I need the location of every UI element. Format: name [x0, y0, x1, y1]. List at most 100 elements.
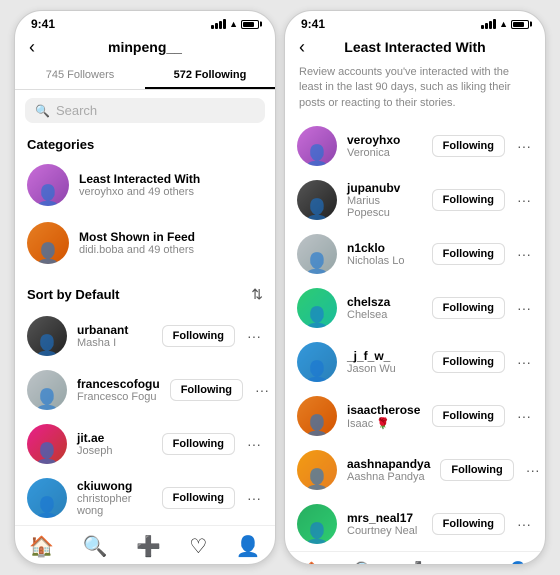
user-item-1: francescofogu Francesco Fogu Following ·… [15, 363, 275, 417]
follow-btn-1[interactable]: Following [170, 379, 243, 401]
more-btn-0[interactable]: ··· [245, 328, 263, 344]
right-user-avatar-0 [297, 126, 337, 166]
category-avatar-2 [27, 222, 69, 264]
right-nav-home[interactable]: 🏠 [299, 560, 324, 565]
signal-icon-right [481, 19, 496, 29]
back-button-right[interactable]: ‹ [299, 37, 305, 58]
nav-heart[interactable]: ♡ [189, 534, 207, 559]
right-nav-search[interactable]: 🔍 [353, 560, 378, 565]
right-username-5: isaactherose [347, 403, 422, 417]
right-follow-btn-1[interactable]: Following [432, 189, 505, 211]
nav-profile[interactable]: 👤 [236, 534, 261, 559]
username-2: jit.ae [77, 431, 152, 445]
category-least-interacted[interactable]: Least Interacted With veroyhxo and 49 ot… [15, 156, 275, 214]
user-list-left: urbanant Masha I Following ··· francesco… [15, 309, 275, 525]
status-bar-right: 9:41 ▲ [285, 11, 545, 35]
right-realname-7: Courtney Neal [347, 525, 422, 537]
right-username-2: n1cklo [347, 241, 422, 255]
realname-2: Joseph [77, 445, 152, 457]
username-display: minpeng__ [108, 39, 182, 55]
more-btn-2[interactable]: ··· [245, 436, 263, 452]
right-more-4[interactable]: ··· [515, 354, 533, 370]
right-follow-btn-7[interactable]: Following [432, 513, 505, 535]
category-info-2: Most Shown in Feed didi.boba and 49 othe… [79, 230, 195, 256]
right-nav-profile[interactable]: 👤 [506, 560, 531, 565]
right-follow-btn-2[interactable]: Following [432, 243, 505, 265]
sort-bar: Sort by Default ⇅ [15, 280, 275, 309]
right-more-1[interactable]: ··· [515, 192, 533, 208]
search-box[interactable]: 🔍 Search [25, 98, 265, 123]
user-list-right: veroyhxo Veronica Following ··· jupanubv… [285, 119, 545, 551]
right-follow-btn-5[interactable]: Following [432, 405, 505, 427]
search-input[interactable]: Search [56, 103, 97, 118]
tab-followers[interactable]: 745 Followers [15, 63, 145, 89]
battery-icon [241, 20, 259, 29]
wifi-icon: ▲ [229, 19, 238, 29]
right-user-item-2: n1cklo Nicholas Lo Following ··· [285, 227, 545, 281]
status-icons-left: ▲ [211, 19, 259, 29]
category-info-1: Least Interacted With veroyhxo and 49 ot… [79, 172, 200, 198]
right-username-4: _j_f_w_ [347, 349, 422, 363]
sort-icon[interactable]: ⇅ [251, 286, 263, 303]
right-user-avatar-1 [297, 180, 337, 220]
nav-search[interactable]: 🔍 [83, 534, 108, 559]
bottom-nav-left: 🏠 🔍 ➕ ♡ 👤 [15, 525, 275, 565]
category-most-shown[interactable]: Most Shown in Feed didi.boba and 49 othe… [15, 214, 275, 272]
tab-following[interactable]: 572 Following [145, 63, 275, 89]
category-title-1: Least Interacted With [79, 172, 200, 186]
right-phone: 9:41 ▲ ‹ Least Interacted With Review ac… [284, 10, 546, 565]
more-btn-3[interactable]: ··· [245, 490, 263, 506]
status-icons-right: ▲ [481, 19, 529, 29]
nav-add[interactable]: ➕ [136, 534, 161, 559]
right-user-info-7: mrs_neal17 Courtney Neal [347, 511, 422, 537]
right-nav-heart[interactable]: ♡ [459, 560, 477, 565]
follow-btn-2[interactable]: Following [162, 433, 235, 455]
phones-container: 9:41 ▲ ‹ minpeng__ 745 Followers [6, 2, 554, 573]
right-more-3[interactable]: ··· [515, 300, 533, 316]
nav-home[interactable]: 🏠 [29, 534, 54, 559]
follow-btn-3[interactable]: Following [162, 487, 235, 509]
follow-btn-0[interactable]: Following [162, 325, 235, 347]
right-username-1: jupanubv [347, 181, 422, 195]
right-nav-add[interactable]: ➕ [406, 560, 431, 565]
user-info-1: francescofogu Francesco Fogu [77, 377, 160, 403]
back-button[interactable]: ‹ [29, 37, 35, 58]
right-user-avatar-5 [297, 396, 337, 436]
user-item-2: jit.ae Joseph Following ··· [15, 417, 275, 471]
right-user-avatar-2 [297, 234, 337, 274]
right-follow-btn-6[interactable]: Following [440, 459, 513, 481]
right-user-item-1: jupanubv Marius Popescu Following ··· [285, 173, 545, 227]
time-right: 9:41 [301, 17, 325, 31]
right-username-0: veroyhxo [347, 133, 422, 147]
username-0: urbanant [77, 323, 152, 337]
right-follow-btn-0[interactable]: Following [432, 135, 505, 157]
more-btn-1[interactable]: ··· [253, 382, 271, 398]
category-avatar-1 [27, 164, 69, 206]
realname-3: christopher wong [77, 493, 152, 517]
category-subtitle-1: veroyhxo and 49 others [79, 186, 200, 198]
right-more-5[interactable]: ··· [515, 408, 533, 424]
profile-header: ‹ minpeng__ [15, 35, 275, 57]
right-user-item-7: mrs_neal17 Courtney Neal Following ··· [285, 497, 545, 551]
right-user-info-6: aashnapandya Aashna Pandya [347, 457, 430, 483]
right-user-avatar-6 [297, 450, 337, 490]
time-left: 9:41 [31, 17, 55, 31]
right-follow-btn-4[interactable]: Following [432, 351, 505, 373]
signal-icon [211, 19, 226, 29]
username-1: francescofogu [77, 377, 160, 391]
user-info-0: urbanant Masha I [77, 323, 152, 349]
user-item-3: ckiuwong christopher wong Following ··· [15, 471, 275, 525]
user-info-3: ckiuwong christopher wong [77, 479, 152, 517]
right-user-info-4: _j_f_w_ Jason Wu [347, 349, 422, 375]
bottom-nav-right: 🏠 🔍 ➕ ♡ 👤 [285, 551, 545, 565]
right-more-0[interactable]: ··· [515, 138, 533, 154]
follow-tabs: 745 Followers 572 Following [15, 63, 275, 90]
right-more-2[interactable]: ··· [515, 246, 533, 262]
categories-title: Categories [15, 131, 275, 156]
right-more-7[interactable]: ··· [515, 516, 533, 532]
right-user-avatar-7 [297, 504, 337, 544]
right-more-6[interactable]: ··· [524, 462, 542, 478]
right-user-info-5: isaactherose Isaac 🌹 [347, 403, 422, 430]
right-follow-btn-3[interactable]: Following [432, 297, 505, 319]
right-realname-1: Marius Popescu [347, 195, 422, 219]
